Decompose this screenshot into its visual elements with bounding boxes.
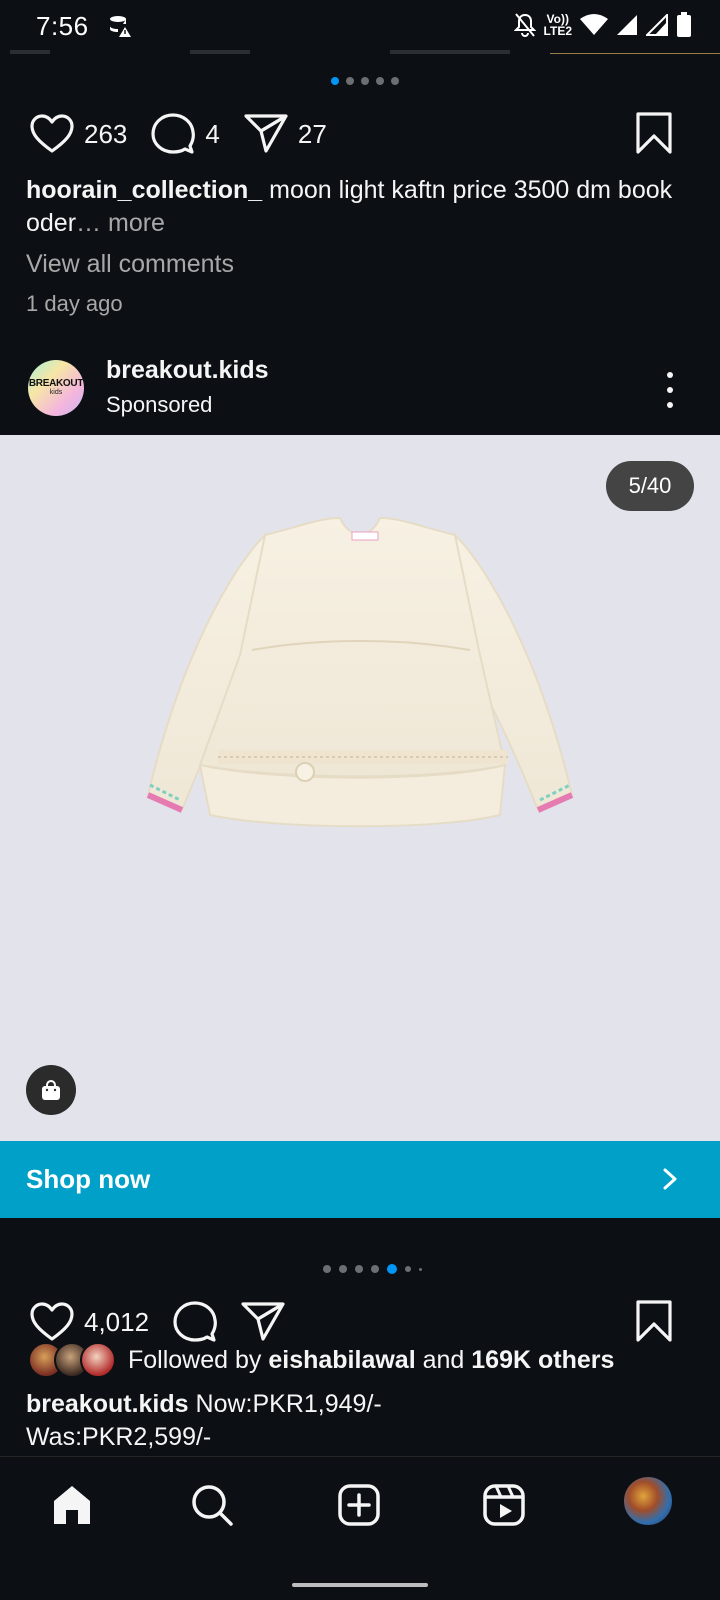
- followed-by-joiner: and: [422, 1345, 465, 1374]
- shop-now-button[interactable]: Shop now: [0, 1141, 720, 1218]
- save-button[interactable]: [636, 1300, 672, 1347]
- share-button[interactable]: [241, 1301, 285, 1343]
- heart-icon: [30, 114, 74, 153]
- comment-button[interactable]: 4: [151, 113, 220, 155]
- avatar-brand-subtext: kids: [49, 389, 63, 396]
- nav-search[interactable]: [184, 1477, 240, 1533]
- product-image: [146, 516, 574, 828]
- shopping-bag-icon: [42, 1080, 60, 1100]
- media-counter: 5/40: [606, 461, 694, 511]
- carousel-dot: [323, 1265, 331, 1273]
- signal-icon: [617, 15, 637, 35]
- carousel-dot: [331, 77, 339, 85]
- sponsored-post-caption: breakout.kids Now:PKR1,949/- Was:PKR2,59…: [26, 1388, 696, 1454]
- shopping-bag-button[interactable]: [26, 1065, 76, 1115]
- share-count: 27: [297, 118, 327, 149]
- volte-line2: LTE2: [543, 24, 572, 38]
- followed-by[interactable]: Followed by eishabilawal and 169K others: [28, 1340, 614, 1380]
- like-button[interactable]: 4,012: [30, 1302, 149, 1342]
- share-icon: [241, 1302, 285, 1341]
- carousel-dot: [371, 1265, 379, 1273]
- post-media[interactable]: 5/40: [0, 435, 720, 1141]
- status-time: 7:56: [36, 10, 89, 41]
- bookmark-icon: [636, 1300, 672, 1342]
- post-time-ago: 1 day ago: [26, 291, 123, 316]
- chevron-right-icon: [663, 1168, 677, 1190]
- top-post-actions: 263 4 27: [30, 110, 690, 158]
- save-button[interactable]: [636, 112, 672, 159]
- bottom-navigation: [0, 1456, 720, 1600]
- carousel-dot: [361, 77, 369, 85]
- nav-profile-avatar[interactable]: [622, 1475, 674, 1527]
- nav-create[interactable]: [331, 1477, 387, 1533]
- shop-now-label: Shop now: [26, 1164, 151, 1194]
- previous-post-image-edge: [0, 50, 720, 56]
- carousel-dot: [419, 1267, 422, 1271]
- caption-username[interactable]: hoorain_collection_: [26, 176, 262, 204]
- sponsored-post-actions: 4,012: [30, 1298, 690, 1346]
- carousel-dot-active: [387, 1264, 397, 1274]
- signal-2-icon: [646, 14, 668, 36]
- followed-by-user[interactable]: eishabilawal: [268, 1346, 415, 1374]
- comment-icon: [173, 1301, 218, 1342]
- carousel-dot: [405, 1266, 411, 1272]
- share-icon: [244, 114, 288, 153]
- like-count: 263: [84, 118, 128, 149]
- nav-home[interactable]: [44, 1477, 100, 1533]
- post-username[interactable]: breakout.kids: [106, 356, 269, 385]
- carousel-dot: [355, 1265, 363, 1273]
- top-post-caption: hoorain_collection_ moon light kaftn pri…: [26, 174, 696, 240]
- data-saver-icon: [109, 16, 131, 37]
- follower-avatars: [28, 1342, 116, 1378]
- caption-username[interactable]: breakout.kids: [26, 1390, 189, 1418]
- like-button[interactable]: 263: [30, 114, 127, 154]
- carousel-dot: [339, 1265, 347, 1273]
- share-button[interactable]: 27: [244, 113, 327, 155]
- followed-by-others[interactable]: 169K others: [471, 1346, 614, 1374]
- home-indicator[interactable]: [292, 1583, 428, 1587]
- volte-indicator: Vo)) LTE2: [544, 13, 572, 37]
- avatar: [80, 1342, 116, 1378]
- caption-price-was: Was:PKR2,599/-: [26, 1423, 212, 1451]
- more-options-icon[interactable]: [660, 372, 680, 408]
- avatar-brand-text: BREAKOUT: [28, 378, 84, 389]
- sponsored-post-header: BREAKOUT kids breakout.kids Sponsored: [0, 350, 720, 434]
- home-icon: [54, 1486, 90, 1524]
- followed-by-text: Followed by eishabilawal and 169K others: [128, 1346, 614, 1375]
- search-icon: [192, 1485, 233, 1526]
- caption-more-link[interactable]: … more: [76, 209, 165, 237]
- carousel-dot: [376, 77, 384, 85]
- caption-price-now: Now:PKR1,949/-: [195, 1390, 382, 1418]
- view-all-comments-link[interactable]: View all comments: [26, 250, 234, 279]
- status-icons: Vo)) LTE2: [513, 12, 692, 38]
- comment-button[interactable]: [173, 1301, 218, 1343]
- avatar[interactable]: BREAKOUT kids: [28, 360, 84, 416]
- battery-icon: [677, 12, 691, 37]
- heart-icon: [30, 1302, 74, 1341]
- reels-icon: [483, 1484, 525, 1526]
- create-icon: [338, 1484, 380, 1526]
- carousel-dots-top: [331, 77, 399, 85]
- carousel-dots-sponsored: [323, 1264, 422, 1274]
- like-count: 4,012: [84, 1306, 150, 1337]
- sponsored-label: Sponsored: [106, 392, 213, 417]
- carousel-dot: [346, 77, 354, 85]
- mute-bell-icon: [513, 13, 536, 37]
- carousel-dot: [391, 77, 399, 85]
- followed-by-prefix: Followed by: [128, 1345, 262, 1374]
- status-bar: 7:56 Vo)) LTE2: [0, 0, 720, 52]
- nav-reels[interactable]: [476, 1477, 532, 1533]
- wifi-icon: [580, 14, 608, 35]
- comment-icon: [151, 113, 196, 154]
- bookmark-icon: [636, 112, 672, 154]
- comment-count: 4: [205, 118, 220, 149]
